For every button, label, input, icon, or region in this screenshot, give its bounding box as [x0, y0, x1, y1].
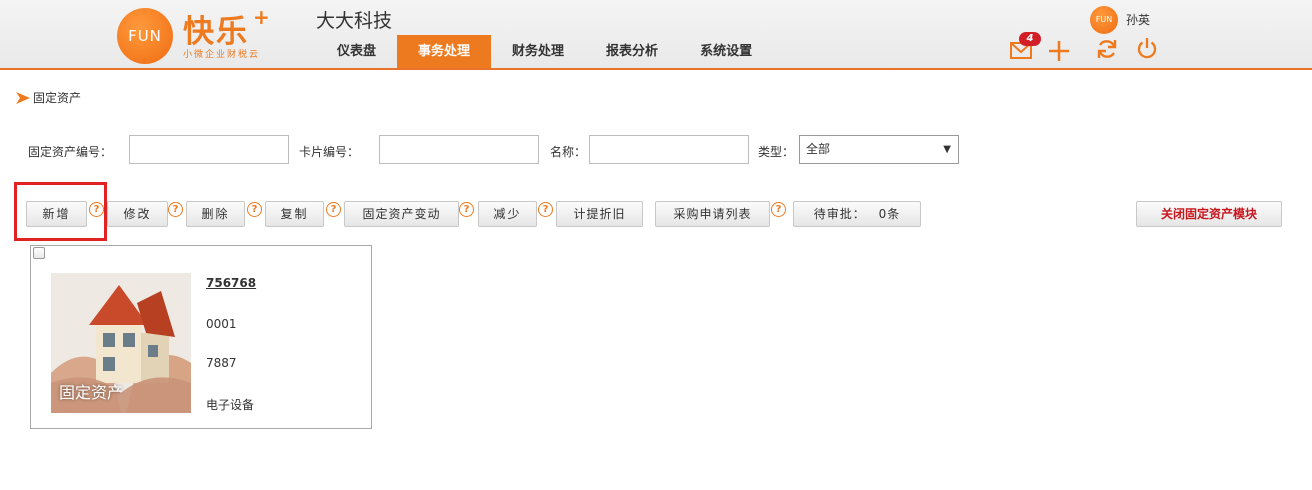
nav-transactions[interactable]: 事务处理: [397, 35, 492, 68]
type-label: 类型：: [758, 145, 795, 159]
depreciate-button[interactable]: 计提折旧: [556, 201, 643, 227]
asset-image[interactable]: 固定资产: [51, 273, 191, 413]
help-purchase-icon[interactable]: ?: [771, 202, 786, 217]
help-delete-icon[interactable]: ?: [247, 202, 262, 217]
highlight-box: [14, 182, 107, 241]
pending-count: 0条: [878, 207, 901, 221]
breadcrumb: 固定资产: [16, 89, 81, 106]
company-name: 大大科技: [316, 10, 393, 32]
type-select[interactable]: 全部 ▼: [799, 135, 959, 164]
asset-code-link[interactable]: 756768: [206, 276, 256, 290]
asset-field-2: 7887: [206, 356, 237, 370]
asset-image-label: 固定资产: [59, 383, 124, 402]
card-checkbox[interactable]: [33, 247, 45, 259]
asset-card[interactable]: 固定资产 756768 0001 7887 电子设备: [30, 245, 372, 429]
nav-settings[interactable]: 系统设置: [679, 35, 773, 68]
asset-no-input[interactable]: [129, 135, 289, 164]
help-change-icon[interactable]: ?: [459, 202, 474, 217]
delete-button[interactable]: 删除: [186, 201, 245, 227]
user-name[interactable]: 孙英: [1126, 11, 1150, 28]
mail-count-badge: 4: [1019, 32, 1041, 46]
close-module-button[interactable]: 关闭固定资产模块: [1136, 201, 1282, 227]
brand-subtitle: 小微企业财税云: [183, 50, 261, 60]
plus-icon[interactable]: [1048, 40, 1070, 62]
refresh-icon[interactable]: [1096, 38, 1118, 60]
type-select-value: 全部: [806, 142, 831, 156]
nav-dashboard[interactable]: 仪表盘: [316, 35, 397, 68]
asset-field-1: 0001: [206, 317, 237, 331]
card-no-input[interactable]: [379, 135, 539, 164]
arrow-right-icon: [16, 91, 30, 104]
brand-plus: +: [253, 5, 270, 29]
name-input[interactable]: [589, 135, 749, 164]
card-no-label: 卡片编号：: [299, 145, 360, 159]
asset-category: 电子设备: [206, 398, 255, 412]
help-edit-icon[interactable]: ?: [168, 202, 183, 217]
pending-label: 待审批：: [813, 207, 866, 221]
copy-button[interactable]: 复制: [265, 201, 324, 227]
power-icon[interactable]: [1136, 37, 1158, 59]
reduce-button[interactable]: 减少: [478, 201, 537, 227]
breadcrumb-current: 固定资产: [33, 91, 82, 105]
help-copy-icon[interactable]: ?: [326, 202, 341, 217]
nav-reports[interactable]: 报表分析: [585, 35, 679, 68]
edit-button[interactable]: 修改: [107, 201, 168, 227]
nav-finance[interactable]: 财务处理: [491, 35, 585, 68]
caret-down-icon: ▼: [943, 144, 951, 155]
main-nav: 仪表盘 事务处理 财务处理 报表分析 系统设置: [316, 35, 773, 68]
asset-change-button[interactable]: 固定资产变动: [344, 201, 459, 227]
help-reduce-icon[interactable]: ?: [538, 202, 553, 217]
user-avatar[interactable]: FUN: [1090, 6, 1118, 34]
name-label: 名称：: [550, 145, 587, 159]
top-header: FUN 快乐 + 小微企业财税云 大大科技 仪表盘 事务处理 财务处理 报表分析…: [0, 0, 1312, 70]
brand-logo[interactable]: FUN: [117, 8, 173, 64]
asset-no-label: 固定资产编号：: [28, 145, 113, 159]
brand-title: 快乐: [183, 14, 249, 50]
purchase-list-button[interactable]: 采购申请列表: [655, 201, 770, 227]
pending-approval-button[interactable]: 待审批： 0条: [793, 201, 921, 227]
